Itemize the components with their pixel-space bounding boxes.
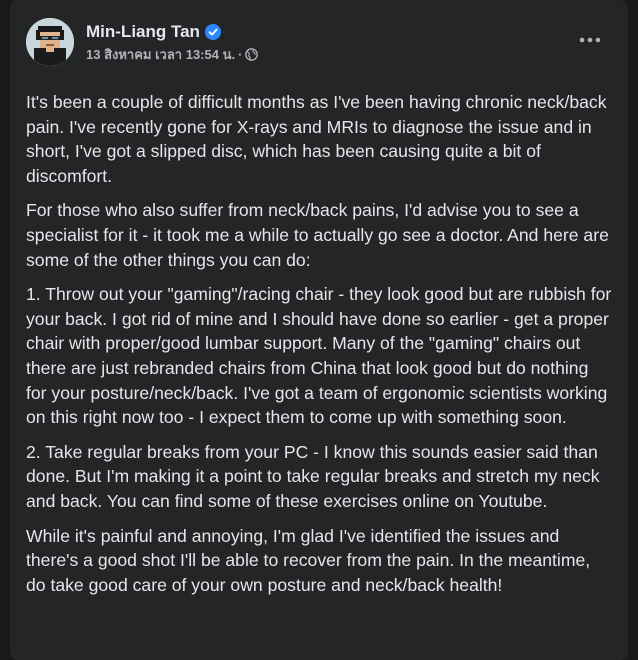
- post-paragraph: 2. Take regular breaks from your PC - I …: [26, 441, 600, 511]
- globe-icon[interactable]: [245, 48, 259, 61]
- post-header: Min-Liang Tan 13 สิงหาคม เวลา 13:54 น. ·: [26, 16, 612, 68]
- post-meta: Min-Liang Tan 13 สิงหาคม เวลา 13:54 น. ·: [86, 21, 259, 65]
- post-timestamp[interactable]: 13 สิงหาคม เวลา 13:54 น.: [86, 44, 235, 65]
- separator-dot: ·: [238, 47, 243, 62]
- avatar-pixel-art-icon: [26, 18, 74, 66]
- post-body: It's been a couple of difficult months a…: [26, 90, 612, 597]
- post-card: Min-Liang Tan 13 สิงหาคม เวลา 13:54 น. ·: [10, 0, 628, 660]
- post-paragraph: For those who also suffer from neck/back…: [26, 200, 609, 270]
- post-paragraph: It's been a couple of difficult months a…: [26, 92, 607, 186]
- post-paragraph: While it's painful and annoying, I'm gla…: [26, 525, 591, 595]
- post-paragraph: 1. Throw out your "gaming"/racing chair …: [26, 284, 612, 428]
- verified-badge-icon: [204, 23, 221, 40]
- more-options-icon[interactable]: [572, 22, 608, 58]
- author-row: Min-Liang Tan: [86, 21, 258, 43]
- post-time-row: 13 สิงหาคม เวลา 13:54 น. ·: [86, 44, 259, 65]
- avatar[interactable]: [26, 18, 74, 66]
- author-name[interactable]: Min-Liang Tan: [86, 22, 200, 42]
